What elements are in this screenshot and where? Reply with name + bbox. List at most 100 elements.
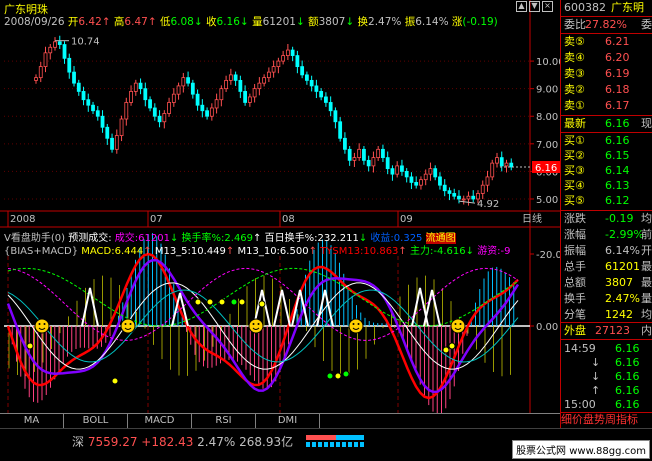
quote-row[interactable]: 涨幅 -2.99% 前 bbox=[561, 228, 652, 242]
turnover-value: 2.47% bbox=[368, 16, 402, 28]
sell-label: 卖① bbox=[564, 99, 585, 112]
candle-body bbox=[133, 82, 138, 92]
price-chart-panel[interactable]: 10.009.008.007.006.005.0010.744.926.1620… bbox=[0, 0, 565, 228]
candle-body bbox=[186, 77, 190, 84]
down-arrow-icon[interactable]: ▼ bbox=[529, 1, 540, 12]
candle-body bbox=[295, 55, 300, 68]
tab-dmi[interactable]: DMI bbox=[256, 414, 320, 428]
tab-macd[interactable]: MACD bbox=[128, 414, 192, 428]
quote-row[interactable]: 买② 6.15 bbox=[561, 149, 652, 163]
stat-value: 6.14% bbox=[605, 244, 640, 257]
high-label: 高 bbox=[113, 16, 125, 28]
quote-row[interactable]: 卖⑤ 6.21 bbox=[561, 35, 652, 49]
quote-row[interactable]: 卖③ 6.19 bbox=[561, 67, 652, 81]
candle-body bbox=[138, 82, 143, 90]
up-arrow-icon: ↑ bbox=[308, 246, 317, 257]
candle-body bbox=[343, 137, 347, 150]
signal-peak bbox=[81, 287, 99, 327]
smiley-eye bbox=[454, 323, 457, 325]
candle-body bbox=[167, 102, 171, 114]
candle-body bbox=[404, 170, 409, 178]
candle-body bbox=[428, 168, 433, 175]
main-force-readout: 主力:-4.616 bbox=[410, 246, 466, 257]
candle-body bbox=[148, 99, 152, 109]
quote-row[interactable]: 总手 61201 最 bbox=[561, 260, 652, 274]
candle-body bbox=[504, 162, 509, 167]
candle-body bbox=[333, 110, 338, 123]
candle-body bbox=[72, 71, 76, 84]
index-name: 深 bbox=[72, 435, 85, 449]
candle-body bbox=[34, 77, 38, 81]
close-icon[interactable]: × bbox=[542, 1, 553, 12]
quote-row[interactable]: 卖① 6.17 bbox=[561, 99, 652, 113]
formula-name[interactable]: {BIAS+MACD} bbox=[4, 246, 78, 257]
candle-body bbox=[457, 195, 461, 200]
candle-body bbox=[276, 60, 281, 68]
up-arrow-icon: ↑ bbox=[143, 246, 152, 257]
down-arrow-icon: ↓ bbox=[465, 246, 474, 257]
quote-row[interactable]: 买⑤ 6.12 bbox=[561, 194, 652, 208]
amount-value: 3807 bbox=[318, 16, 346, 28]
buy-value: 6.12 bbox=[605, 194, 630, 207]
signal-dot bbox=[258, 300, 266, 308]
tab-boll[interactable]: BOLL bbox=[64, 414, 128, 428]
sell-value: 6.19 bbox=[605, 67, 630, 80]
stock-name: 广东明 bbox=[611, 1, 644, 14]
candle-body bbox=[190, 82, 195, 95]
candle-body bbox=[105, 126, 110, 139]
signal-dot bbox=[448, 342, 456, 350]
quote-row[interactable]: 振幅 6.14% 开 bbox=[561, 244, 652, 258]
smiley-eye bbox=[459, 323, 462, 325]
candlestick-chart[interactable]: 10.009.008.007.006.005.0010.744.926.1620… bbox=[0, 0, 565, 228]
close-label: 收 bbox=[206, 16, 217, 28]
quote-row[interactable]: 分笔 1242 均 bbox=[561, 308, 652, 322]
date-label: 08 bbox=[282, 214, 295, 225]
quote-row[interactable]: 总额 3807 最 bbox=[561, 276, 652, 290]
index-amount: 268.93亿 bbox=[239, 435, 294, 449]
buy-value: 6.16 bbox=[605, 134, 630, 147]
candle-body bbox=[124, 102, 129, 120]
up-arrow-icon: ↑ bbox=[147, 16, 157, 28]
quote-row[interactable]: 买④ 6.13 bbox=[561, 179, 652, 193]
panel-footer[interactable]: 细价盘势周指标 bbox=[561, 413, 652, 427]
tab-rsi[interactable]: RSI bbox=[192, 414, 256, 428]
up-arrow-icon[interactable]: ▲ bbox=[516, 1, 527, 12]
amount-label: 额 bbox=[308, 16, 319, 28]
tick-row: 14:59 6.16 bbox=[561, 342, 652, 356]
sell-value: 6.20 bbox=[605, 51, 630, 64]
candle-body bbox=[324, 96, 328, 103]
index-value: 7559.27 bbox=[87, 435, 138, 449]
candle-body bbox=[290, 49, 295, 56]
candle-body bbox=[114, 135, 119, 150]
quote-row[interactable]: 卖④ 6.20 bbox=[561, 51, 652, 65]
quote-row[interactable]: 涨跌 -0.19 均 bbox=[561, 212, 652, 226]
candle-body bbox=[100, 115, 105, 128]
candle-body bbox=[219, 88, 224, 101]
quote-row[interactable]: 卖② 6.18 bbox=[561, 83, 652, 97]
quote-row[interactable]: 换手 2.47% 量 bbox=[561, 292, 652, 306]
candle-body bbox=[53, 41, 57, 48]
ohlc-readout: 2008/09/26 开6.42↑ 高6.47↑ 低6.08↓ 收6.16↓ 量… bbox=[4, 14, 498, 29]
tab-ma[interactable]: MA bbox=[0, 414, 64, 428]
change-label: 涨 bbox=[451, 16, 463, 28]
candle-body bbox=[395, 165, 400, 175]
outer-suffix: 内 bbox=[641, 324, 652, 337]
low-label: 低 bbox=[159, 16, 171, 28]
candle-body bbox=[243, 91, 248, 103]
date-label: 07 bbox=[150, 214, 163, 225]
tick-time: ↓ bbox=[591, 356, 601, 369]
watermark: 股票公式网 www.88gg.com bbox=[512, 440, 650, 459]
candle-body bbox=[129, 91, 133, 103]
tick-price: 6.16 bbox=[615, 384, 640, 397]
quote-row[interactable]: 买① 6.16 bbox=[561, 134, 652, 148]
quote-row[interactable]: 买③ 6.14 bbox=[561, 164, 652, 178]
sub-tick-label: 0.00 bbox=[536, 322, 558, 333]
candle-body bbox=[357, 148, 362, 159]
buy-value: 6.14 bbox=[605, 164, 630, 177]
candle-body bbox=[86, 99, 91, 106]
open-label: 开 bbox=[67, 16, 79, 28]
candle-body bbox=[252, 88, 257, 98]
candle-body bbox=[371, 157, 376, 167]
stat-suffix: 前 bbox=[641, 228, 652, 241]
candle-body bbox=[266, 71, 271, 79]
